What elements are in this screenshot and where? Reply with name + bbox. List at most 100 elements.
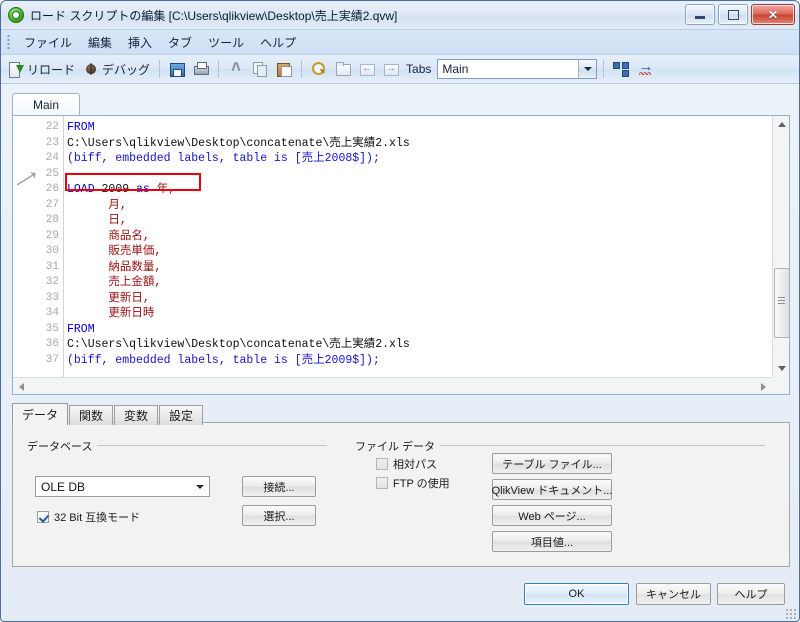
vertical-scroll-thumb[interactable] [774,268,789,338]
code-line[interactable]: (biff, embedded labels, table is [売上2008… [67,151,772,167]
code-token: 月, [67,198,127,212]
code-line[interactable]: (biff, embedded labels, table is [売上2009… [67,353,772,369]
code-token: 更新日, [67,291,150,305]
line-number: 28 [45,214,59,226]
line-number: 33 [45,291,59,304]
line-number: 22 [45,121,59,133]
code-line[interactable] [67,167,772,183]
help-button[interactable]: ヘルプ [717,583,785,605]
find-button[interactable] [308,59,330,79]
maximize-button[interactable] [718,4,748,25]
debug-bug-icon [83,61,99,77]
code-line[interactable]: 販売単価, [67,244,772,260]
code-line[interactable]: C:\Users\qlikview\Desktop\concatenate\売上… [67,337,772,353]
editor-gutter[interactable] [13,116,33,377]
select-button[interactable]: 選択... [242,505,316,526]
connect-button[interactable]: 接続... [242,476,316,497]
tab-functions[interactable]: 関数 [69,405,114,425]
tab-variables[interactable]: 変数 [114,405,159,425]
menu-item-file[interactable]: ファイル [16,31,80,54]
copy-button[interactable] [249,59,271,79]
scroll-left-button[interactable] [13,378,30,394]
chevron-down-icon[interactable] [191,477,209,496]
window-controls: ✕ [685,4,795,25]
menu-item-tools[interactable]: ツール [200,31,252,54]
script-tab-main[interactable]: Main [12,93,80,115]
tab-network-button[interactable] [610,59,632,79]
code-line[interactable]: LOAD 2009 as 年, [67,182,772,198]
code-line[interactable]: FROM [67,322,772,338]
goto-button[interactable] [634,58,656,79]
tab-network-icon [613,61,630,77]
debug-button[interactable]: デバッグ [80,59,153,80]
menu-item-edit[interactable]: 編集 [80,31,120,54]
code-token: 納品数量, [67,260,162,274]
relative-path-checkbox[interactable] [376,458,388,470]
open-folder-button[interactable] [332,59,354,79]
tab-selector-value: Main [442,62,469,76]
line-number: 36 [45,338,59,350]
script-editor-body: ⟶ 22 23 24 25 26 27 28 29 30 31 32 33 34 35 36 37 FROM C… [12,115,790,395]
code-text[interactable]: FROM C:\Users\qlikview\Desktop\concatenat… [67,120,772,368]
ok-button[interactable]: OK [524,583,629,605]
reload-button[interactable]: リロード [5,59,78,80]
code-line[interactable]: FROM [67,120,772,136]
tab-settings[interactable]: 設定 [159,405,204,425]
menu-item-tab[interactable]: タブ [160,31,200,54]
options-tab-strip: データ 関数 変数 設定 [12,403,204,425]
web-pages-button[interactable]: Web ページ... [492,505,612,526]
scroll-up-button[interactable] [773,116,789,133]
qlikview-logo-icon [8,7,24,23]
code-line[interactable]: 更新日, [67,291,772,307]
code-line[interactable]: 更新日時 [67,306,772,322]
folder-forward-icon [383,61,400,77]
close-button[interactable]: ✕ [751,4,795,25]
code-line[interactable]: C:\Users\qlikview\Desktop\concatenate\売上… [67,136,772,152]
save-button[interactable] [166,59,188,79]
code-line[interactable]: 納品数量, [67,260,772,276]
line-number: 31 [45,260,59,273]
paste-button[interactable] [273,59,295,79]
resize-grip-icon[interactable] [785,608,796,619]
code-line[interactable]: 月, [67,198,772,214]
minimize-icon [695,16,705,19]
previous-tab-button[interactable] [356,59,378,79]
tab-selector-combo[interactable]: Main [437,59,598,79]
use-ftp-row[interactable]: FTP の使用 [376,475,450,491]
code-token: FROM [67,322,95,336]
menu-item-insert[interactable]: 挿入 [120,31,160,54]
line-number-column: 22 23 24 25 26 27 28 29 30 31 32 33 34 35 36 37 [33,116,59,368]
field-values-button[interactable]: 項目値... [492,531,612,552]
minimize-button[interactable] [685,4,715,25]
line-number: 25 [45,167,59,180]
code-line[interactable]: 商品名, [67,229,772,245]
code-line[interactable]: 売上金額, [67,275,772,291]
cut-button[interactable] [225,59,247,79]
compat-mode-checkbox[interactable] [37,511,49,523]
relative-path-row[interactable]: 相対パス [376,456,437,472]
compat-mode-row[interactable]: 32 Bit 互換モード [37,509,140,525]
folder-icon [335,61,352,77]
chevron-down-icon[interactable] [578,60,597,78]
editor-vertical-scrollbar[interactable] [772,116,789,377]
compat-mode-label: 32 Bit 互換モード [54,512,141,524]
print-button[interactable] [190,59,212,79]
menu-item-help[interactable]: ヘルプ [252,31,304,54]
next-tab-button[interactable] [380,59,402,79]
copy-icon [252,61,268,77]
editor-horizontal-scrollbar[interactable] [13,377,772,394]
code-token: C:\Users\qlikview\Desktop\concatenate\売上… [67,136,410,150]
scroll-down-button[interactable] [773,360,789,377]
use-ftp-checkbox[interactable] [376,477,388,489]
title-bar: ロード スクリプトの編集 [C:\Users\qlikview\Desktop\… [1,1,799,30]
script-editor: Main ⟶ 22 23 24 25 26 27 28 29 30 31 32 33 34 35 36 37 … [12,93,790,395]
code-area[interactable]: ⟶ 22 23 24 25 26 27 28 29 30 31 32 33 34 35 36 37 FROM C… [13,116,772,377]
database-provider-select[interactable]: OLE DB [35,476,210,497]
cancel-button[interactable]: キャンセル [636,583,711,605]
code-line[interactable]: 日, [67,213,772,229]
code-token: 年, [156,183,176,196]
qlikview-documents-button[interactable]: QlikView ドキュメント... [492,479,612,500]
table-files-button[interactable]: テーブル ファイル... [492,453,612,474]
scroll-right-button[interactable] [755,378,772,394]
tab-data[interactable]: データ [12,403,69,425]
